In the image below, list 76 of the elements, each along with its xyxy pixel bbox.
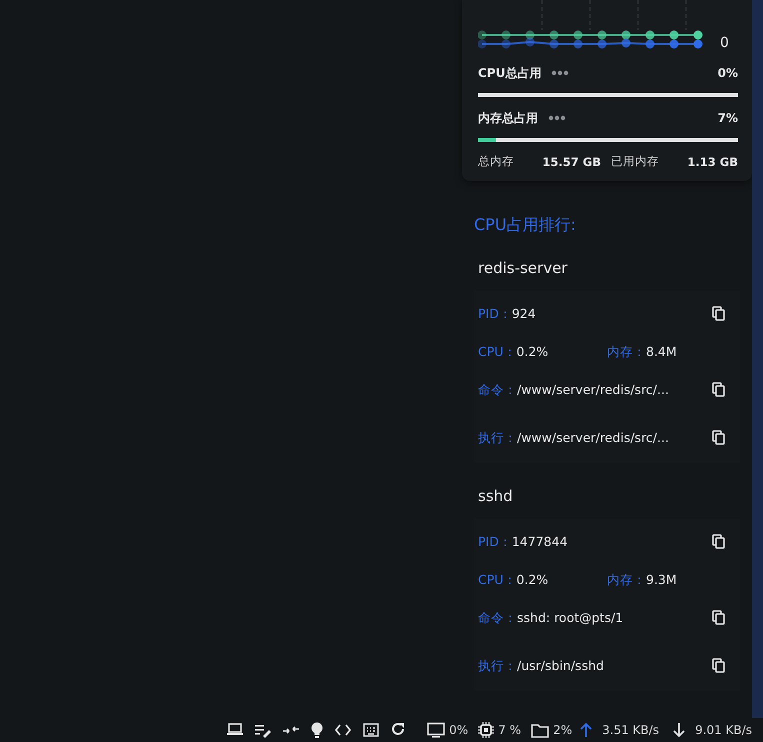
section-title: CPU占用排行: (474, 215, 577, 235)
field-label: 执行： (478, 430, 517, 446)
copy-icon[interactable] (712, 306, 726, 322)
copy-icon[interactable] (712, 382, 726, 398)
chart-point (526, 38, 534, 46)
laptop-icon[interactable] (227, 722, 244, 738)
field-value: /www/server/redis/src/... (517, 382, 669, 398)
detail-value: 1.13 GB (687, 154, 738, 168)
axis-label: 0 (720, 35, 729, 51)
field-label: 内存： (607, 344, 646, 360)
field-label: CPU： (478, 344, 516, 360)
keyboard-icon[interactable] (363, 722, 380, 738)
chart-point (478, 30, 486, 40)
status-reading: 7 % (498, 723, 522, 737)
field-value: 9.3M (646, 572, 677, 588)
field-label: 内存： (607, 572, 646, 588)
detail-label: 已用内存 (611, 154, 659, 169)
chart-point (670, 40, 678, 48)
download-arrow-icon (673, 722, 686, 738)
chip-icon (478, 722, 494, 738)
edit-icon[interactable] (255, 722, 272, 738)
chart-point (598, 30, 606, 40)
chart-point (646, 30, 654, 40)
field-value: 0.2% (516, 344, 548, 360)
upload-arrow-icon (580, 722, 592, 738)
chart-point (598, 40, 606, 48)
status-reading: 0% (449, 723, 468, 737)
field-label: 命令： (478, 382, 517, 398)
status-reading: 2% (553, 723, 572, 737)
field-value: 0.2% (516, 572, 548, 588)
field-value: /usr/sbin/sshd (517, 658, 604, 674)
meter-label: CPU总占用 (478, 64, 542, 82)
copy-icon[interactable] (712, 430, 726, 446)
copy-icon[interactable] (712, 610, 726, 626)
chart-point (670, 30, 678, 40)
monitor-icon (427, 722, 446, 738)
field-value: 8.4M (646, 344, 677, 360)
field-value: sshd: root@pts/1 (517, 610, 624, 626)
field-label: CPU： (478, 572, 516, 588)
field-label: 命令： (478, 610, 517, 626)
folder-icon (531, 722, 550, 738)
meter-value: 0% (718, 66, 738, 80)
chart-point (526, 30, 534, 40)
chart-point (574, 30, 582, 40)
process-name: sshd (478, 487, 514, 507)
chart-point (478, 40, 486, 48)
detail-label: 总内存 (478, 154, 514, 169)
chart-point (502, 30, 510, 40)
refresh-icon[interactable] (391, 722, 406, 738)
copy-icon[interactable] (712, 658, 726, 674)
chart-point (550, 40, 558, 48)
field-label: PID： (478, 306, 512, 322)
chart-point (502, 40, 510, 48)
chart-point (550, 30, 558, 40)
field-label: PID： (478, 534, 512, 550)
detail-value: 15.57 GB (542, 154, 601, 168)
copy-icon[interactable] (712, 534, 726, 550)
field-value: 924 (512, 306, 536, 322)
more-icon[interactable] (551, 70, 570, 76)
status-reading: 9.01 KB/s (695, 723, 752, 737)
code-icon[interactable] (335, 722, 352, 738)
chart-point (622, 30, 630, 40)
status-reading: 3.51 KB/s (602, 723, 660, 737)
chart-point (622, 38, 630, 48)
meter-label: 内存总占用 (478, 110, 538, 126)
meter-value: 7% (718, 111, 738, 125)
field-value: 1477844 (512, 534, 568, 550)
field-value: /www/server/redis/src/... (517, 430, 669, 446)
chart-point (694, 30, 702, 40)
chart-point (646, 40, 654, 48)
chart-point (574, 40, 582, 48)
field-label: 执行： (478, 658, 517, 674)
chart-point (694, 40, 702, 48)
process-name: redis-server (478, 259, 568, 279)
more-icon[interactable] (548, 115, 566, 121)
lightbulb-icon[interactable] (311, 722, 324, 738)
